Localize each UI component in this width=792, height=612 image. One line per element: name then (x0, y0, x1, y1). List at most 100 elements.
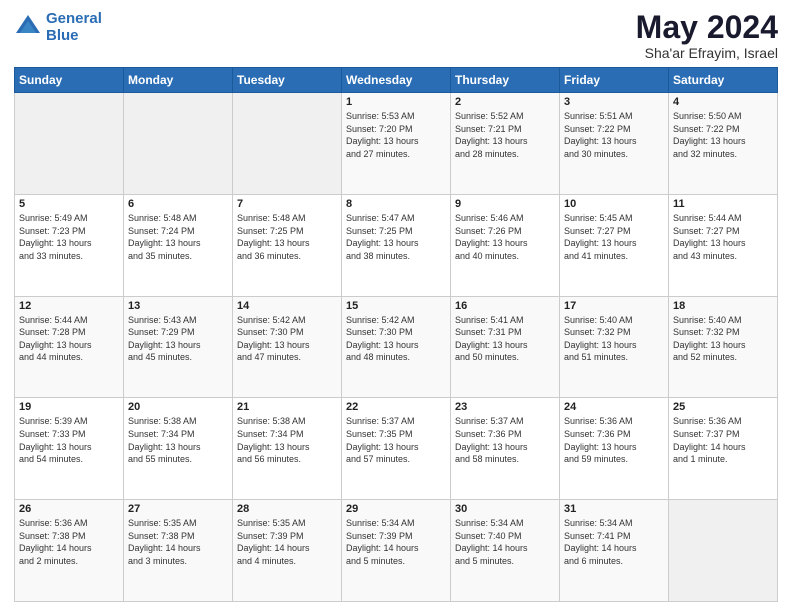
calendar-cell: 31 Sunrise: 5:34 AM Sunset: 7:41 PM Dayli… (560, 500, 669, 602)
day-number: 15 (346, 300, 446, 312)
cell-content: Sunrise: 5:42 AM Sunset: 7:30 PM Dayligh… (237, 314, 337, 364)
cell-content: Sunrise: 5:48 AM Sunset: 7:24 PM Dayligh… (128, 212, 228, 262)
day-number: 11 (673, 198, 773, 210)
week-row-2: 5 Sunrise: 5:49 AM Sunset: 7:23 PM Daylig… (15, 194, 778, 296)
day-number: 13 (128, 300, 228, 312)
cell-content: Sunrise: 5:46 AM Sunset: 7:26 PM Dayligh… (455, 212, 555, 262)
calendar-cell: 20 Sunrise: 5:38 AM Sunset: 7:34 PM Dayli… (124, 398, 233, 500)
main-title: May 2024 (636, 10, 778, 45)
cell-content: Sunrise: 5:40 AM Sunset: 7:32 PM Dayligh… (564, 314, 664, 364)
cell-content: Sunrise: 5:44 AM Sunset: 7:27 PM Dayligh… (673, 212, 773, 262)
cell-content: Sunrise: 5:42 AM Sunset: 7:30 PM Dayligh… (346, 314, 446, 364)
calendar-cell: 2Sunrise: 5:52 AM Sunset: 7:21 PM Daylig… (451, 93, 560, 195)
day-header-wednesday: Wednesday (342, 68, 451, 93)
cell-content: Sunrise: 5:48 AM Sunset: 7:25 PM Dayligh… (237, 212, 337, 262)
week-row-3: 12Sunrise: 5:44 AM Sunset: 7:28 PM Dayli… (15, 296, 778, 398)
cell-content: Sunrise: 5:51 AM Sunset: 7:22 PM Dayligh… (564, 110, 664, 160)
week-row-1: 1Sunrise: 5:53 AM Sunset: 7:20 PM Daylig… (15, 93, 778, 195)
cell-content: Sunrise: 5:37 AM Sunset: 7:35 PM Dayligh… (346, 415, 446, 465)
day-number: 26 (19, 503, 119, 515)
calendar-cell (124, 93, 233, 195)
cell-content: Sunrise: 5:38 AM Sunset: 7:34 PM Dayligh… (237, 415, 337, 465)
day-number: 28 (237, 503, 337, 515)
day-number: 29 (346, 503, 446, 515)
header-row: SundayMondayTuesdayWednesdayThursdayFrid… (15, 68, 778, 93)
day-number: 14 (237, 300, 337, 312)
cell-content: Sunrise: 5:47 AM Sunset: 7:25 PM Dayligh… (346, 212, 446, 262)
cell-content: Sunrise: 5:50 AM Sunset: 7:22 PM Dayligh… (673, 110, 773, 160)
calendar: SundayMondayTuesdayWednesdayThursdayFrid… (14, 67, 778, 602)
cell-content: Sunrise: 5:41 AM Sunset: 7:31 PM Dayligh… (455, 314, 555, 364)
cell-content: Sunrise: 5:35 AM Sunset: 7:38 PM Dayligh… (128, 517, 228, 567)
day-number: 24 (564, 401, 664, 413)
cell-content: Sunrise: 5:34 AM Sunset: 7:39 PM Dayligh… (346, 517, 446, 567)
cell-content: Sunrise: 5:36 AM Sunset: 7:38 PM Dayligh… (19, 517, 119, 567)
calendar-cell: 30Sunrise: 5:34 AM Sunset: 7:40 PM Dayli… (451, 500, 560, 602)
cell-content: Sunrise: 5:52 AM Sunset: 7:21 PM Dayligh… (455, 110, 555, 160)
day-number: 21 (237, 401, 337, 413)
calendar-cell: 19 Sunrise: 5:39 AM Sunset: 7:33 PM Dayli… (15, 398, 124, 500)
cell-content: Sunrise: 5:34 AM Sunset: 7:41 PM Dayligh… (564, 517, 664, 567)
day-header-thursday: Thursday (451, 68, 560, 93)
day-number: 22 (346, 401, 446, 413)
calendar-cell (669, 500, 778, 602)
calendar-cell: 1Sunrise: 5:53 AM Sunset: 7:20 PM Daylig… (342, 93, 451, 195)
calendar-cell: 27 Sunrise: 5:35 AM Sunset: 7:38 PM Dayli… (124, 500, 233, 602)
subtitle: Sha'ar Efrayim, Israel (636, 45, 778, 61)
day-number: 16 (455, 300, 555, 312)
calendar-cell: 15 Sunrise: 5:42 AM Sunset: 7:30 PM Dayli… (342, 296, 451, 398)
calendar-cell: 16 Sunrise: 5:41 AM Sunset: 7:31 PM Dayli… (451, 296, 560, 398)
cell-content: Sunrise: 5:38 AM Sunset: 7:34 PM Dayligh… (128, 415, 228, 465)
week-row-4: 19 Sunrise: 5:39 AM Sunset: 7:33 PM Dayli… (15, 398, 778, 500)
cell-content: Sunrise: 5:34 AM Sunset: 7:40 PM Dayligh… (455, 517, 555, 567)
day-number: 5 (19, 198, 119, 210)
calendar-cell (233, 93, 342, 195)
day-header-friday: Friday (560, 68, 669, 93)
cell-content: Sunrise: 5:40 AM Sunset: 7:32 PM Dayligh… (673, 314, 773, 364)
header: General Blue May 2024 Sha'ar Efrayim, Is… (14, 10, 778, 61)
logo-blue: Blue (46, 27, 79, 44)
day-number: 27 (128, 503, 228, 515)
day-header-sunday: Sunday (15, 68, 124, 93)
day-number: 20 (128, 401, 228, 413)
calendar-cell: 14 Sunrise: 5:42 AM Sunset: 7:30 PM Dayli… (233, 296, 342, 398)
calendar-cell: 22 Sunrise: 5:37 AM Sunset: 7:35 PM Dayli… (342, 398, 451, 500)
cell-content: Sunrise: 5:45 AM Sunset: 7:27 PM Dayligh… (564, 212, 664, 262)
logo: General Blue (14, 10, 102, 45)
cell-content: Sunrise: 5:44 AM Sunset: 7:28 PM Dayligh… (19, 314, 119, 364)
day-number: 18 (673, 300, 773, 312)
calendar-cell: 10Sunrise: 5:45 AM Sunset: 7:27 PM Dayli… (560, 194, 669, 296)
calendar-cell (15, 93, 124, 195)
cell-content: Sunrise: 5:35 AM Sunset: 7:39 PM Dayligh… (237, 517, 337, 567)
calendar-cell: 29 Sunrise: 5:34 AM Sunset: 7:39 PM Dayli… (342, 500, 451, 602)
day-header-saturday: Saturday (669, 68, 778, 93)
day-header-monday: Monday (124, 68, 233, 93)
calendar-cell: 21 Sunrise: 5:38 AM Sunset: 7:34 PM Dayli… (233, 398, 342, 500)
calendar-header: SundayMondayTuesdayWednesdayThursdayFrid… (15, 68, 778, 93)
cell-content: Sunrise: 5:49 AM Sunset: 7:23 PM Dayligh… (19, 212, 119, 262)
week-row-5: 26 Sunrise: 5:36 AM Sunset: 7:38 PM Dayli… (15, 500, 778, 602)
calendar-cell: 26 Sunrise: 5:36 AM Sunset: 7:38 PM Dayli… (15, 500, 124, 602)
day-number: 31 (564, 503, 664, 515)
logo-icon (14, 13, 42, 41)
calendar-cell: 13Sunrise: 5:43 AM Sunset: 7:29 PM Dayli… (124, 296, 233, 398)
cell-content: Sunrise: 5:37 AM Sunset: 7:36 PM Dayligh… (455, 415, 555, 465)
calendar-cell: 7Sunrise: 5:48 AM Sunset: 7:25 PM Daylig… (233, 194, 342, 296)
calendar-body: 1Sunrise: 5:53 AM Sunset: 7:20 PM Daylig… (15, 93, 778, 602)
calendar-cell: 9 Sunrise: 5:46 AM Sunset: 7:26 PM Daylig… (451, 194, 560, 296)
cell-content: Sunrise: 5:39 AM Sunset: 7:33 PM Dayligh… (19, 415, 119, 465)
calendar-cell: 12Sunrise: 5:44 AM Sunset: 7:28 PM Dayli… (15, 296, 124, 398)
cell-content: Sunrise: 5:36 AM Sunset: 7:36 PM Dayligh… (564, 415, 664, 465)
calendar-cell: 25Sunrise: 5:36 AM Sunset: 7:37 PM Dayli… (669, 398, 778, 500)
day-number: 25 (673, 401, 773, 413)
calendar-cell: 18 Sunrise: 5:40 AM Sunset: 7:32 PM Dayli… (669, 296, 778, 398)
calendar-cell: 28 Sunrise: 5:35 AM Sunset: 7:39 PM Dayli… (233, 500, 342, 602)
day-number: 19 (19, 401, 119, 413)
day-number: 6 (128, 198, 228, 210)
day-number: 9 (455, 198, 555, 210)
day-number: 8 (346, 198, 446, 210)
day-number: 23 (455, 401, 555, 413)
day-number: 1 (346, 96, 446, 108)
day-number: 4 (673, 96, 773, 108)
title-block: May 2024 Sha'ar Efrayim, Israel (636, 10, 778, 61)
